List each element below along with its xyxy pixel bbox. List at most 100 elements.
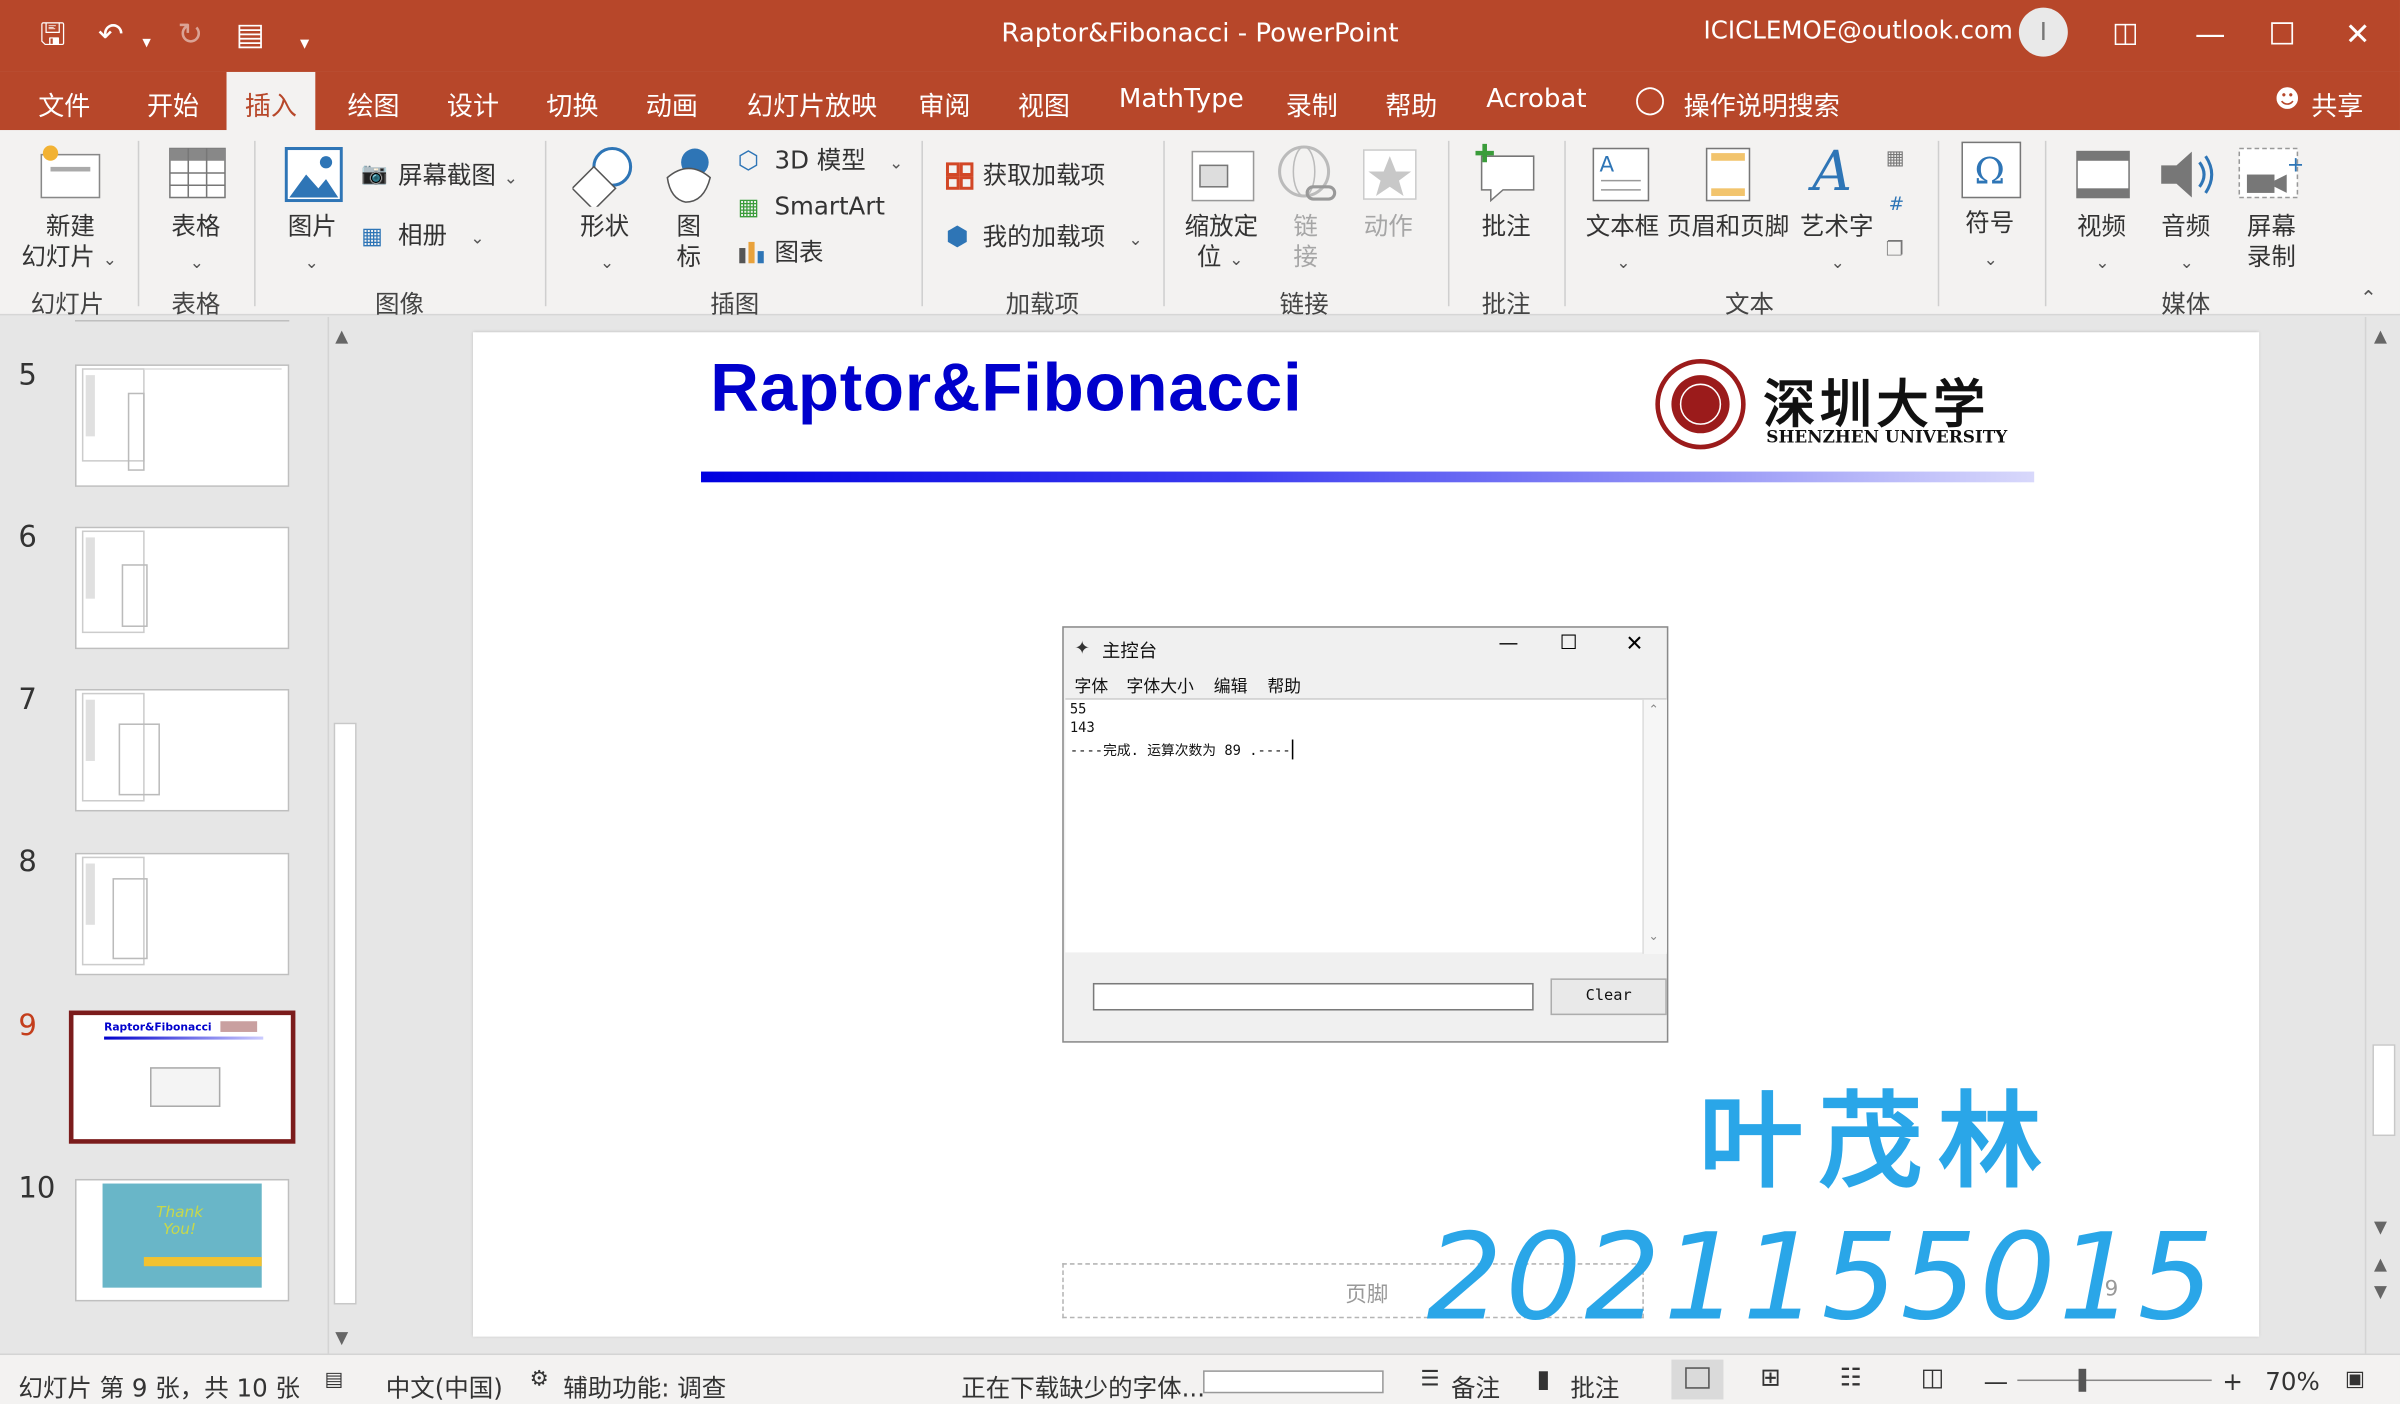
slide-number-icon[interactable]: # [1889,193,1904,214]
shapes-dropdown-icon[interactable]: ⌄ [600,248,614,279]
accessibility-status[interactable]: 辅助功能: 调查 [563,1367,726,1404]
normal-view-button[interactable] [1671,1359,1724,1400]
tab-draw[interactable]: 绘图 [347,84,399,123]
zoom-in-icon[interactable]: + [2222,1367,2243,1396]
new-comment-icon[interactable] [1472,141,1536,203]
textbox-button[interactable]: 文本框 [1586,211,1659,242]
fit-to-window-icon[interactable]: ▣ [2345,1367,2365,1391]
scroll-thumb[interactable] [333,722,357,1305]
console-output-area[interactable]: 55 143 ----完成. 运算次数为 89 .---- ⌃ ⌄ [1065,698,1667,954]
screenshot-icon[interactable]: 📷 [361,162,388,186]
icons-icon[interactable] [661,144,716,205]
slide-sorter-icon[interactable]: ⊞ [1760,1363,1781,1392]
smartart-icon[interactable]: ▦ [738,193,760,221]
textbox-dropdown-icon[interactable]: ⌄ [1616,248,1630,279]
slide-thumbnail-9-selected[interactable]: Raptor&Fibonacci [68,1010,296,1144]
console-maximize-icon[interactable]: ☐ [1560,632,1578,655]
audio-dropdown-icon[interactable]: ⌄ [2180,248,2194,279]
comments-button[interactable]: 批注 [1570,1367,1619,1404]
slide-thumbnail-5[interactable] [74,364,290,487]
comment-button[interactable]: 批注 [1482,211,1531,242]
console-menu-font-size[interactable]: 字体大小 [1127,674,1194,698]
reading-view-icon[interactable]: ☷ [1840,1363,1862,1392]
table-icon[interactable] [168,147,226,199]
symbol-omega-icon[interactable]: Ω [1961,141,2022,199]
chart-icon[interactable] [738,239,766,264]
video-icon[interactable] [2075,150,2130,199]
new-slide-label-2[interactable]: 幻灯片 ⌄ [21,242,116,276]
chart-button[interactable]: 图表 [774,237,823,268]
language-status[interactable]: 中文(中国) [386,1367,503,1404]
canvas-scroll-up-icon[interactable]: ▲ [2374,326,2387,346]
icons-button-2[interactable]: 标 [677,242,702,273]
spell-check-icon[interactable]: ▤ [324,1369,343,1392]
next-slide-icon[interactable]: ▼ [2374,1282,2387,1302]
tab-slideshow[interactable]: 幻灯片放映 [747,84,877,123]
tab-record[interactable]: 录制 [1286,84,1338,123]
my-addins-icon[interactable]: ⬢ [946,222,969,253]
album-icon[interactable]: ▦ [361,222,383,250]
icons-button[interactable]: 图 [677,211,702,242]
zoom-icon[interactable] [1191,150,1255,202]
zoom-slider-thumb[interactable] [2078,1368,2087,1392]
3d-model-button[interactable]: 3D 模型 ⌄ [774,145,903,179]
maximize-icon[interactable]: ☐ [2268,15,2295,52]
tab-insert[interactable]: 插入 [226,71,316,132]
slide-title[interactable]: Raptor&Fibonacci [710,351,1302,428]
my-addins-button[interactable]: 我的加载项 ⌄ [983,222,1143,256]
canvas-scrollbar[interactable]: ▲ ▼ ▲ ▼ [2364,316,2400,1354]
ribbon-display-options-icon[interactable]: ◫ [2112,15,2138,52]
header-footer-icon[interactable] [1705,147,1751,202]
tell-me-search[interactable]: 操作说明搜索 [1684,84,1840,123]
video-dropdown-icon[interactable]: ⌄ [2095,248,2109,279]
close-icon[interactable]: ✕ [2345,15,2371,52]
tab-design[interactable]: 设计 [447,84,499,123]
screen-recording-button-2[interactable]: 录制 [2247,242,2296,273]
scroll-up-icon[interactable]: ▲ [335,326,348,346]
canvas-scroll-down-icon[interactable]: ▼ [2374,1217,2387,1237]
avatar[interactable]: I [2018,7,2068,57]
zoom-level[interactable]: 70% [2265,1367,2319,1396]
picture-dropdown-icon[interactable]: ⌄ [305,248,319,279]
get-addins-icon[interactable] [945,162,974,190]
symbol-button[interactable]: 符号 [1965,208,2014,239]
picture-button[interactable]: 图片 [288,211,337,242]
screenshot-button[interactable]: 屏幕截图 ⌄ [398,161,518,195]
zoom-slider-track[interactable] [2017,1379,2212,1382]
wordart-dropdown-icon[interactable]: ⌄ [1831,248,1845,279]
account-name[interactable]: ICICLEMOE@outlook.com [1704,15,2013,44]
raptor-console-window[interactable]: ✦ 主控台 — ☐ ✕ 字体 字体大小 编辑 帮助 55 143 ----完成.… [1062,626,1669,1043]
shapes-icon[interactable] [572,145,636,207]
collapse-ribbon-icon[interactable]: ⌃ [2360,288,2377,311]
textbox-icon[interactable]: A [1592,147,1650,202]
tab-transitions[interactable]: 切换 [546,84,598,123]
tab-help[interactable]: 帮助 [1385,84,1437,123]
slide-thumbnail-8[interactable] [74,852,290,976]
get-addins-button[interactable]: 获取加载项 [983,161,1105,192]
wordart-icon[interactable]: A [1812,141,1852,204]
zoom-button[interactable]: 缩放定 [1185,211,1258,242]
screen-recording-button[interactable]: 屏幕 [2247,211,2296,242]
screen-recording-icon[interactable]: + [2238,147,2302,202]
tab-acrobat[interactable]: Acrobat [1486,84,1586,115]
date-time-icon[interactable]: ▦ [1886,147,1905,170]
tab-file[interactable]: 文件 [38,84,90,123]
console-scrollbar[interactable]: ⌃ ⌄ [1642,699,1667,954]
object-icon[interactable]: ❐ [1886,239,1904,262]
3d-model-icon[interactable]: ⬡ [738,145,759,174]
slide-thumbnail-6[interactable] [74,526,290,650]
console-minimize-icon[interactable]: — [1498,632,1518,655]
wordart-button[interactable]: 艺术字 [1800,211,1873,242]
console-menu-help[interactable]: 帮助 [1267,674,1301,698]
audio-button[interactable]: 音频 [2161,211,2210,242]
clear-button[interactable]: Clear [1550,978,1667,1016]
console-menu-font[interactable]: 字体 [1074,674,1108,698]
symbol-dropdown-icon[interactable]: ⌄ [1984,245,1998,276]
new-slide-label[interactable]: 新建 [46,211,95,242]
zoom-out-icon[interactable]: — [1984,1367,2008,1396]
console-menu-edit[interactable]: 编辑 [1214,674,1248,698]
tab-review[interactable]: 审阅 [918,84,970,123]
header-footer-button[interactable]: 页眉和页脚 [1667,211,1789,242]
audio-icon[interactable] [2158,147,2216,202]
thumbnail-scrollbar[interactable]: ▲ ▼ [327,316,362,1354]
